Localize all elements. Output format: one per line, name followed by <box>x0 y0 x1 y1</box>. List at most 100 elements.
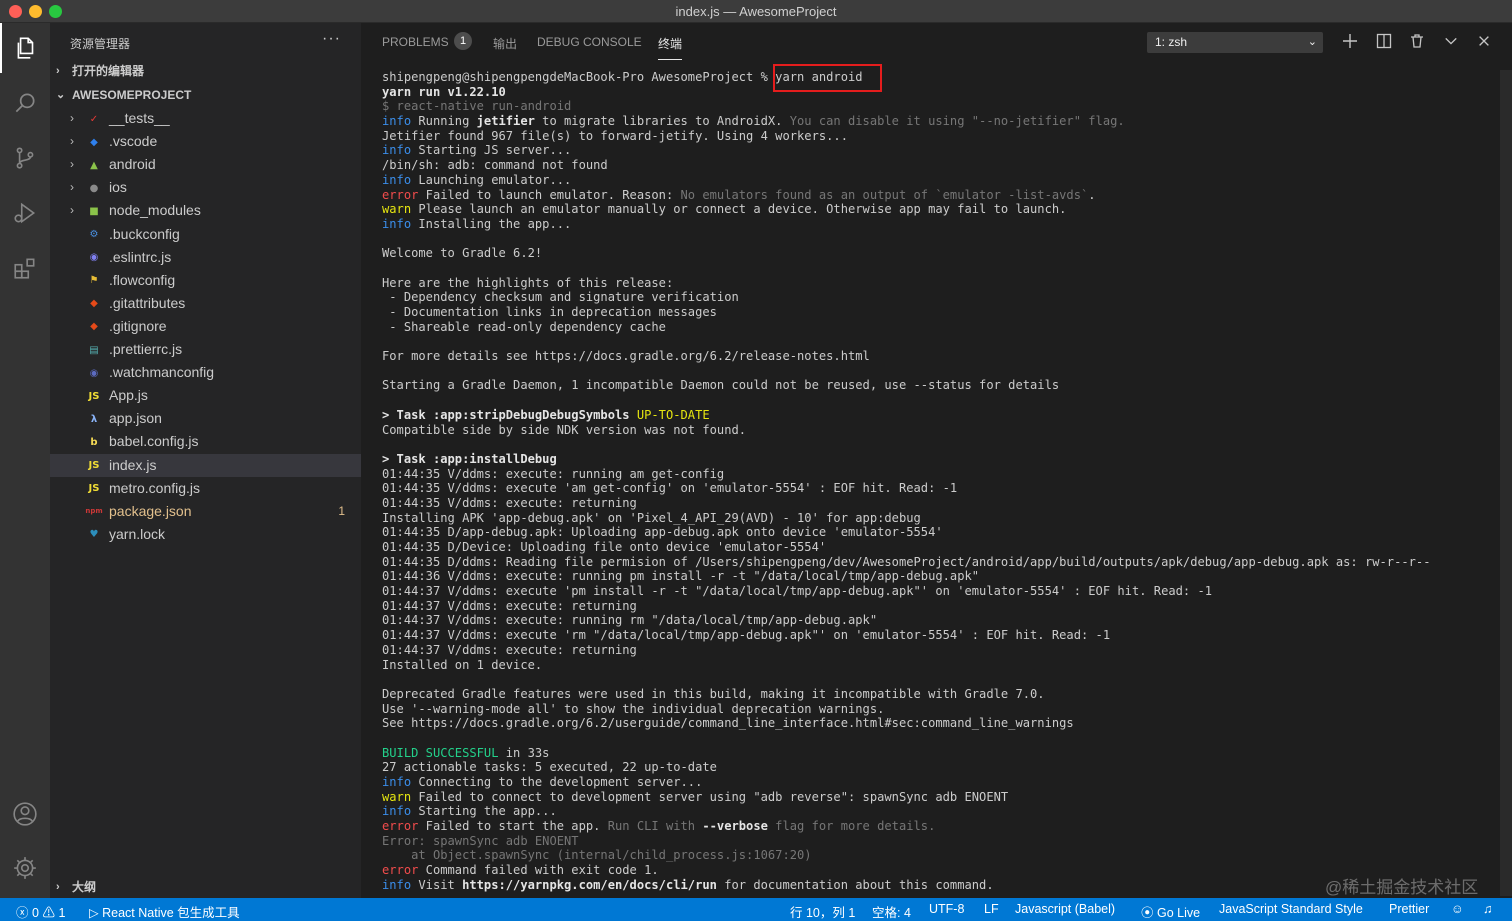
file-item[interactable]: b babel.config.js <box>50 430 361 453</box>
encoding-status[interactable]: UTF-8 <box>929 902 964 916</box>
terminal-text: info <box>382 804 412 819</box>
settings-gear-icon[interactable] <box>0 843 50 893</box>
command-highlight-box <box>773 64 882 92</box>
tab-output[interactable]: 输出 <box>493 35 517 52</box>
notifications-bell-icon[interactable]: ♫ <box>1483 902 1492 916</box>
terminal-shell-select[interactable]: 1: zsh ⌄ <box>1147 32 1323 53</box>
explorer-icon[interactable] <box>0 23 50 73</box>
chevron-right-icon: › <box>70 203 74 218</box>
terminal-text: Run CLI with <box>607 819 703 834</box>
extensions-icon[interactable] <box>0 243 50 293</box>
terminal-line: BUILD SUCCESSFUL in 33s <box>382 746 1482 761</box>
project-section[interactable]: ⌄ AWESOMEPROJECT <box>50 84 361 106</box>
file-item[interactable]: ▤ .prettierrc.js <box>50 338 361 361</box>
file-item[interactable]: ⚑ .flowconfig <box>50 269 361 292</box>
file-label: yarn.lock <box>109 525 166 542</box>
tab-debug-console[interactable]: DEBUG CONSOLE <box>537 35 642 49</box>
search-icon[interactable] <box>0 78 50 128</box>
outline-section[interactable]: › 大纲 <box>50 876 361 898</box>
file-item[interactable]: ◉ .watchmanconfig <box>50 361 361 384</box>
terminal-text: info <box>382 114 412 129</box>
watchman-icon: ◉ <box>89 367 99 379</box>
terminal-text: Compatible side by side NDK version was … <box>382 422 747 437</box>
buck-icon: ⚙ <box>89 229 99 240</box>
go-live-button[interactable]: ⦿ Go Live <box>1141 902 1200 921</box>
folder-item[interactable]: › ■ node_modules <box>50 199 361 222</box>
terminal-text: Deprecated Gradle features were used in … <box>382 686 1045 701</box>
new-terminal-icon[interactable] <box>1339 30 1361 52</box>
file-item[interactable]: npm package.json 1 <box>50 500 361 523</box>
terminal-text: Failed to start the app. <box>418 819 608 834</box>
file-item[interactable]: JS metro.config.js <box>50 477 361 500</box>
indentation-status[interactable]: 空格: 4 <box>872 902 911 921</box>
react-native-packager-status[interactable]: ▷ React Native 包生成工具 <box>89 902 240 921</box>
prettier-status[interactable]: Prettier <box>1389 902 1429 916</box>
trash-icon[interactable] <box>1406 30 1428 52</box>
terminal-text: --verbose <box>702 819 768 834</box>
file-label: .watchmanconfig <box>109 364 215 381</box>
terminal-text: Error: spawnSync adb ENOENT <box>382 833 579 848</box>
file-item[interactable]: ◆ .gitignore <box>50 315 361 338</box>
terminal-line: 01:44:35 D/Device: Uploading file onto d… <box>382 540 1482 555</box>
file-label: .buckconfig <box>109 225 180 242</box>
title-bar: index.js — AwesomeProject <box>0 0 1512 23</box>
split-terminal-icon[interactable] <box>1373 30 1395 52</box>
feedback-icon[interactable]: ☺ <box>1451 902 1464 916</box>
terminal-line: Installing APK 'app-debug.apk' on 'Pixel… <box>382 511 1482 526</box>
file-item[interactable]: ♥ yarn.lock <box>50 523 361 546</box>
terminal-line: 01:44:35 V/ddms: execute: returning <box>382 496 1482 511</box>
file-item[interactable]: ◆ .gitattributes <box>50 292 361 315</box>
file-item[interactable]: JS App.js <box>50 384 361 407</box>
more-actions-icon[interactable]: ··· <box>322 30 341 48</box>
warning-icon: ⚠ <box>42 906 55 920</box>
source-control-icon[interactable] <box>0 133 50 183</box>
close-panel-icon[interactable] <box>1473 30 1495 52</box>
terminal-text: 01:44:37 V/ddms: execute 'rm "/data/loca… <box>382 628 1111 643</box>
folder-item[interactable]: › ● ios <box>50 176 361 199</box>
eol-status[interactable]: LF <box>984 902 999 916</box>
terminal-line: Error: spawnSync adb ENOENT <box>382 834 1482 849</box>
file-item[interactable]: λ app.json <box>50 407 361 430</box>
terminal-line: warn Failed to connect to development se… <box>382 790 1482 805</box>
maximize-panel-icon[interactable] <box>1440 30 1462 52</box>
file-item[interactable]: JS index.js <box>50 453 361 477</box>
file-item[interactable]: ⚙ .buckconfig <box>50 223 361 246</box>
cursor-position[interactable]: 行 10，列 1 <box>790 902 855 921</box>
terminal-scrollbar[interactable] <box>1500 70 1512 896</box>
terminal-line: Installed on 1 device. <box>382 658 1482 673</box>
terminal-text: Please launch an emulator manually or co… <box>411 202 1067 217</box>
tab-terminal[interactable]: 终端 <box>658 35 683 60</box>
android-folder-icon: ▲ <box>90 159 98 171</box>
terminal-output[interactable]: shipengpeng@shipengpengdeMacBook-Pro Awe… <box>382 70 1482 896</box>
js-icon: JS <box>88 390 100 402</box>
linter-status[interactable]: JavaScript Standard Style <box>1219 902 1363 916</box>
terminal-text: Connecting to the development server... <box>411 775 703 789</box>
open-editors-section[interactable]: › 打开的编辑器 <box>50 60 361 82</box>
folder-item[interactable]: › ✓ __tests__ <box>50 107 361 130</box>
terminal-line: info Installing the app... <box>382 217 1482 232</box>
terminal-text: Welcome to Gradle 6.2! <box>382 246 543 261</box>
problems-count-badge: 1 <box>454 32 472 50</box>
eslint-icon: ◉ <box>89 252 99 264</box>
language-mode[interactable]: Javascript (Babel) <box>1015 902 1115 916</box>
terminal-text: error <box>382 819 419 834</box>
run-debug-icon[interactable] <box>0 188 50 238</box>
npm-icon: npm <box>85 507 103 516</box>
tab-problems[interactable]: PROBLEMS <box>382 35 449 49</box>
problems-status[interactable]: ⓧ 0 ⚠ 1 <box>16 902 65 921</box>
folder-item[interactable]: › ◆ .vscode <box>50 130 361 153</box>
terminal-text: 01:44:36 V/ddms: execute: running pm ins… <box>382 569 980 584</box>
account-icon[interactable] <box>0 789 50 839</box>
folder-item[interactable]: › ▲ android <box>50 153 361 176</box>
terminal-text: yarn run v1.22.10 <box>382 84 506 99</box>
file-item[interactable]: ◉ .eslintrc.js <box>50 246 361 269</box>
file-label: babel.config.js <box>109 433 199 450</box>
terminal-line: error Failed to start the app. Run CLI w… <box>382 819 1482 834</box>
terminal-line: /bin/sh: adb: command not found <box>382 158 1482 173</box>
terminal-text: Failed to launch emulator. Reason: <box>418 187 681 202</box>
terminal-text: No emulators found as an output of `emul… <box>680 187 1089 202</box>
file-label: App.js <box>109 387 148 404</box>
chevron-right-icon: › <box>56 65 60 77</box>
file-label: package.json <box>109 502 192 519</box>
js-icon: JS <box>88 483 100 495</box>
